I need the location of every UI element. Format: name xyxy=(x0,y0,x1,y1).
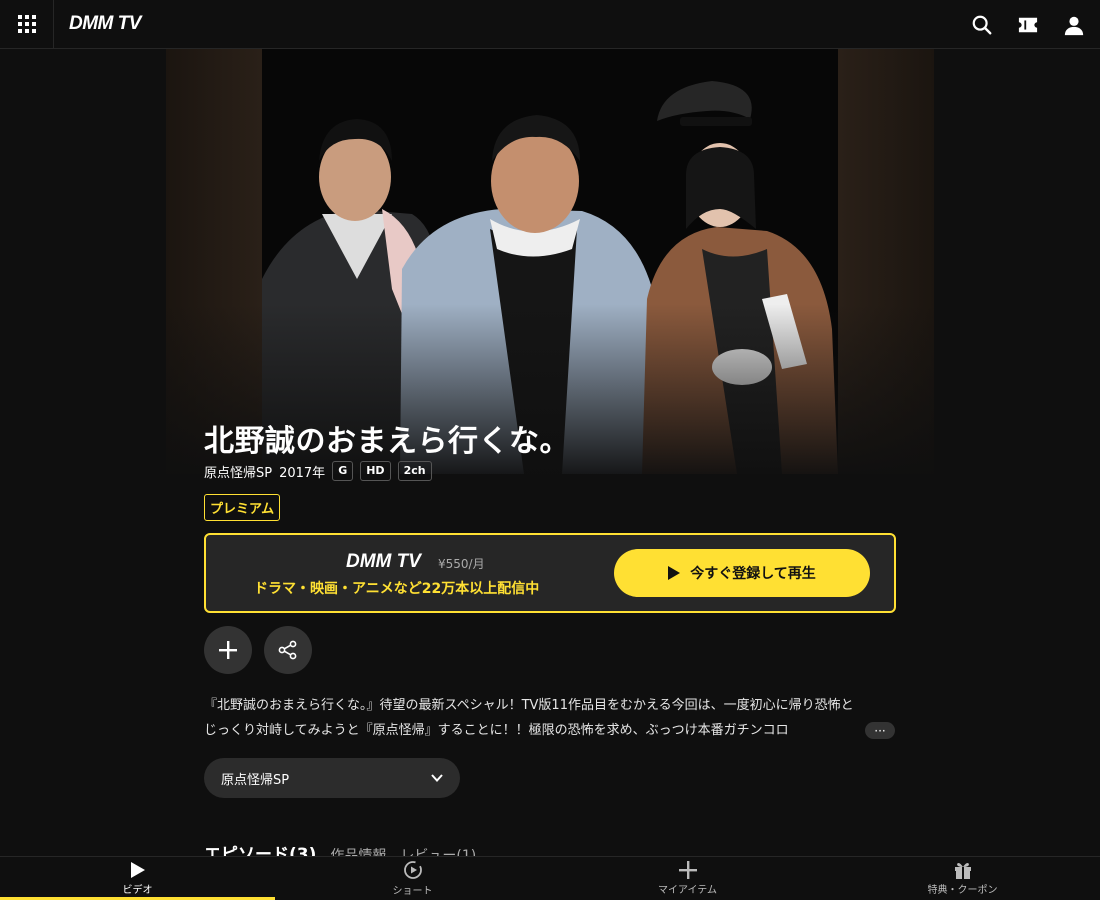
dmm-tv-logo[interactable]: DMM TV xyxy=(69,13,141,35)
user-icon xyxy=(1064,16,1084,35)
promo-logo: DMM TV xyxy=(346,551,421,572)
nav-item-myitems[interactable]: マイアイテム xyxy=(550,857,825,900)
add-to-mylist-button[interactable] xyxy=(204,626,252,674)
subtitle-text: 原点怪帰SP xyxy=(204,465,273,481)
share-icon xyxy=(278,640,297,660)
nav-label-myitems: マイアイテム xyxy=(658,885,717,896)
grid-menu-button[interactable] xyxy=(0,0,54,49)
rating-tag: G xyxy=(332,461,354,481)
nav-label-benefits: 特典・クーポン xyxy=(927,885,998,896)
ticket-icon xyxy=(1018,17,1038,32)
audio-tag: 2ch xyxy=(397,461,432,481)
chevron-down-icon xyxy=(431,774,443,782)
top-header: DMM TV xyxy=(0,0,1100,49)
promo-price: ¥550/月 xyxy=(438,557,485,571)
ticket-button[interactable] xyxy=(1014,11,1042,39)
page-title: 北野誠のおまえら行くな。 xyxy=(204,424,570,459)
plus-icon xyxy=(219,641,237,659)
account-button[interactable] xyxy=(1060,11,1088,39)
premium-badge: プレミアム xyxy=(204,494,281,521)
year-text: 2017年 xyxy=(279,465,326,481)
search-button[interactable] xyxy=(968,11,996,39)
grid-menu-icon xyxy=(17,15,36,33)
season-select[interactable]: 原点怪帰SP xyxy=(204,758,460,798)
promo-copy: ドラマ・映画・アニメなど22万本以上配信中 xyxy=(254,581,540,597)
description-text: 『北野誠のおまえら行くな。』待望の最新スペシャル！TV版11作品目をむかえる今回… xyxy=(204,698,854,738)
season-select-value: 原点怪帰SP xyxy=(221,772,290,788)
subscribe-play-button[interactable]: 今すぐ登録して再生 xyxy=(614,549,870,597)
nav-item-short[interactable]: ショート xyxy=(275,857,550,900)
hero-image xyxy=(166,49,934,474)
short-play-icon xyxy=(403,861,422,879)
nav-item-benefits[interactable]: 特典・クーポン xyxy=(825,857,1100,900)
nav-label-short: ショート xyxy=(392,886,433,897)
subscribe-play-label: 今すぐ登録して再生 xyxy=(690,566,816,582)
meta-row: 原点怪帰SP 2017年 G HD 2ch xyxy=(204,461,432,481)
bottom-navigation: ビデオ ショート マイアイテム 特典・クーポン xyxy=(0,856,1100,900)
play-icon xyxy=(130,862,145,878)
share-button[interactable] xyxy=(264,626,312,674)
nav-item-video[interactable]: ビデオ xyxy=(0,857,275,900)
quality-tag: HD xyxy=(360,461,391,481)
play-icon xyxy=(668,566,681,580)
plus-icon xyxy=(678,861,697,879)
subscribe-promo-box: DMM TV ¥550/月 ドラマ・映画・アニメなど22万本以上配信中 今すぐ登… xyxy=(204,533,896,613)
read-more-button[interactable]: ··· xyxy=(865,722,895,739)
search-icon xyxy=(972,15,992,34)
gift-icon xyxy=(954,863,971,879)
nav-label-video: ビデオ xyxy=(122,885,153,896)
